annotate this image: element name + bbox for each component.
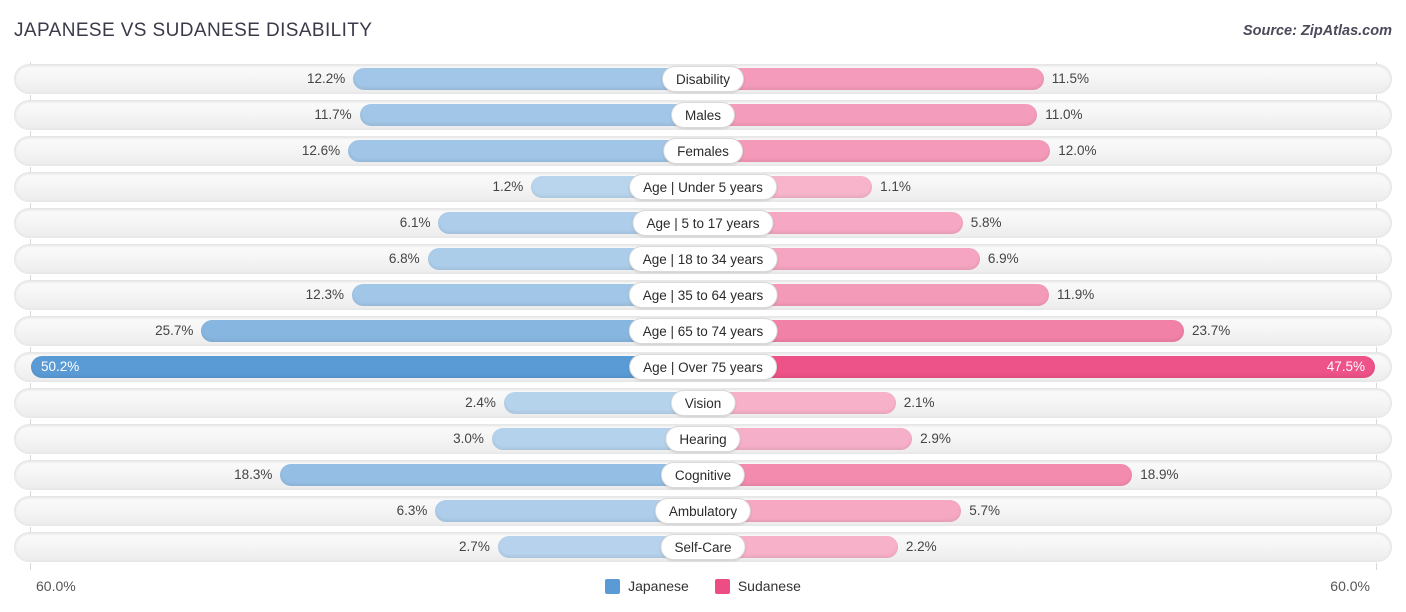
chart-legend: Japanese Sudanese [0, 578, 1406, 594]
chart-plot-area: 12.2% 11.5% Disability 11.7% 11.0% Males 12.6%… [0, 62, 1406, 570]
table-row: 2.7% 2.2% Self-Care [14, 532, 1392, 562]
value-label-japanese: 11.7% [314, 107, 352, 122]
bar-japanese[interactable] [31, 356, 703, 378]
value-label-japanese: 12.3% [305, 287, 344, 302]
table-row: 2.4% 2.1% Vision [14, 388, 1392, 418]
value-label-japanese: 1.2% [492, 179, 524, 194]
table-row: 6.8% 6.9% Age | 18 to 34 years [14, 244, 1392, 274]
table-row: 18.3% 18.9% Cognitive [14, 460, 1392, 490]
row-category-label: Cognitive [660, 462, 746, 488]
chart-footer: 60.0% 60.0% Japanese Sudanese [0, 572, 1406, 612]
bar-sudanese[interactable] [703, 356, 1375, 378]
bar-sudanese[interactable] [703, 104, 1038, 126]
value-label-sudanese: 47.5% [1326, 359, 1365, 374]
table-row: 11.7% 11.0% Males [14, 100, 1392, 130]
row-category-label: Hearing [665, 426, 741, 452]
legend-item-japanese[interactable]: Japanese [605, 578, 689, 594]
table-row: 25.7% 23.7% Age | 65 to 74 years [14, 316, 1392, 346]
page-title: JAPANESE VS SUDANESE DISABILITY [14, 20, 373, 41]
legend-item-sudanese[interactable]: Sudanese [714, 578, 801, 594]
legend-swatch-icon [714, 578, 730, 594]
table-row: 12.2% 11.5% Disability [14, 64, 1392, 94]
table-row: 6.1% 5.8% Age | 5 to 17 years [14, 208, 1392, 238]
row-category-label: Age | Over 75 years [629, 354, 777, 380]
value-label-japanese: 3.0% [453, 431, 484, 446]
bar-sudanese[interactable] [703, 464, 1133, 486]
bar-sudanese[interactable] [703, 140, 1051, 162]
bar-japanese[interactable] [359, 104, 703, 126]
value-label-sudanese: 11.0% [1045, 107, 1083, 122]
table-row: 12.3% 11.9% Age | 35 to 64 years [14, 280, 1392, 310]
value-label-sudanese: 2.9% [920, 431, 951, 446]
chart-header: JAPANESE VS SUDANESE DISABILITY Source: … [0, 0, 1406, 60]
row-category-label: Females [663, 138, 743, 164]
row-category-label: Age | 35 to 64 years [628, 282, 778, 308]
source-attribution: Source: ZipAtlas.com [1242, 23, 1392, 39]
value-label-japanese: 50.2% [41, 359, 80, 374]
table-row: 12.6% 12.0% Females [14, 136, 1392, 166]
table-row: 6.3% 5.7% Ambulatory [14, 496, 1392, 526]
value-label-sudanese: 23.7% [1192, 323, 1231, 338]
value-label-sudanese: 2.2% [905, 539, 937, 554]
value-label-sudanese: 18.9% [1140, 467, 1179, 482]
value-label-sudanese: 11.5% [1051, 71, 1090, 86]
row-category-label: Age | 65 to 74 years [628, 318, 778, 344]
value-label-sudanese: 5.8% [970, 215, 1002, 230]
value-label-sudanese: 2.1% [903, 395, 935, 410]
bar-japanese[interactable] [348, 140, 703, 162]
row-category-label: Vision [670, 390, 736, 416]
value-label-sudanese: 12.0% [1058, 143, 1097, 158]
table-row: 1.2% 1.1% Age | Under 5 years [14, 172, 1392, 202]
value-label-sudanese: 11.9% [1056, 287, 1095, 302]
row-category-label: Self-Care [660, 534, 746, 560]
row-category-label: Age | 18 to 34 years [628, 246, 778, 272]
row-category-label: Age | 5 to 17 years [632, 210, 774, 236]
row-category-label: Ambulatory [654, 498, 752, 524]
bar-japanese[interactable] [353, 68, 703, 90]
value-label-japanese: 12.6% [301, 143, 341, 158]
legend-label: Sudanese [737, 578, 801, 594]
row-category-label: Age | Under 5 years [629, 174, 777, 200]
row-category-label: Disability [661, 66, 745, 92]
value-label-sudanese: 6.9% [987, 251, 1019, 266]
table-row: 3.0% 2.9% Hearing [14, 424, 1392, 454]
value-label-japanese: 6.1% [399, 215, 431, 230]
value-label-japanese: 18.3% [234, 467, 273, 482]
value-label-japanese: 2.7% [459, 539, 490, 554]
value-label-japanese: 12.2% [306, 71, 346, 86]
legend-label: Japanese [628, 578, 689, 594]
legend-swatch-icon [605, 578, 621, 594]
value-label-sudanese: 5.7% [969, 503, 1000, 518]
value-label-japanese: 25.7% [155, 323, 194, 338]
bar-sudanese[interactable] [703, 68, 1044, 90]
table-row: 50.2% 47.5% Age | Over 75 years [14, 352, 1392, 382]
value-label-japanese: 6.8% [388, 251, 420, 266]
value-label-japanese: 2.4% [465, 395, 496, 410]
bar-japanese[interactable] [280, 464, 703, 486]
value-label-sudanese: 1.1% [880, 179, 911, 194]
value-label-japanese: 6.3% [396, 503, 428, 518]
row-category-label: Males [670, 102, 736, 128]
